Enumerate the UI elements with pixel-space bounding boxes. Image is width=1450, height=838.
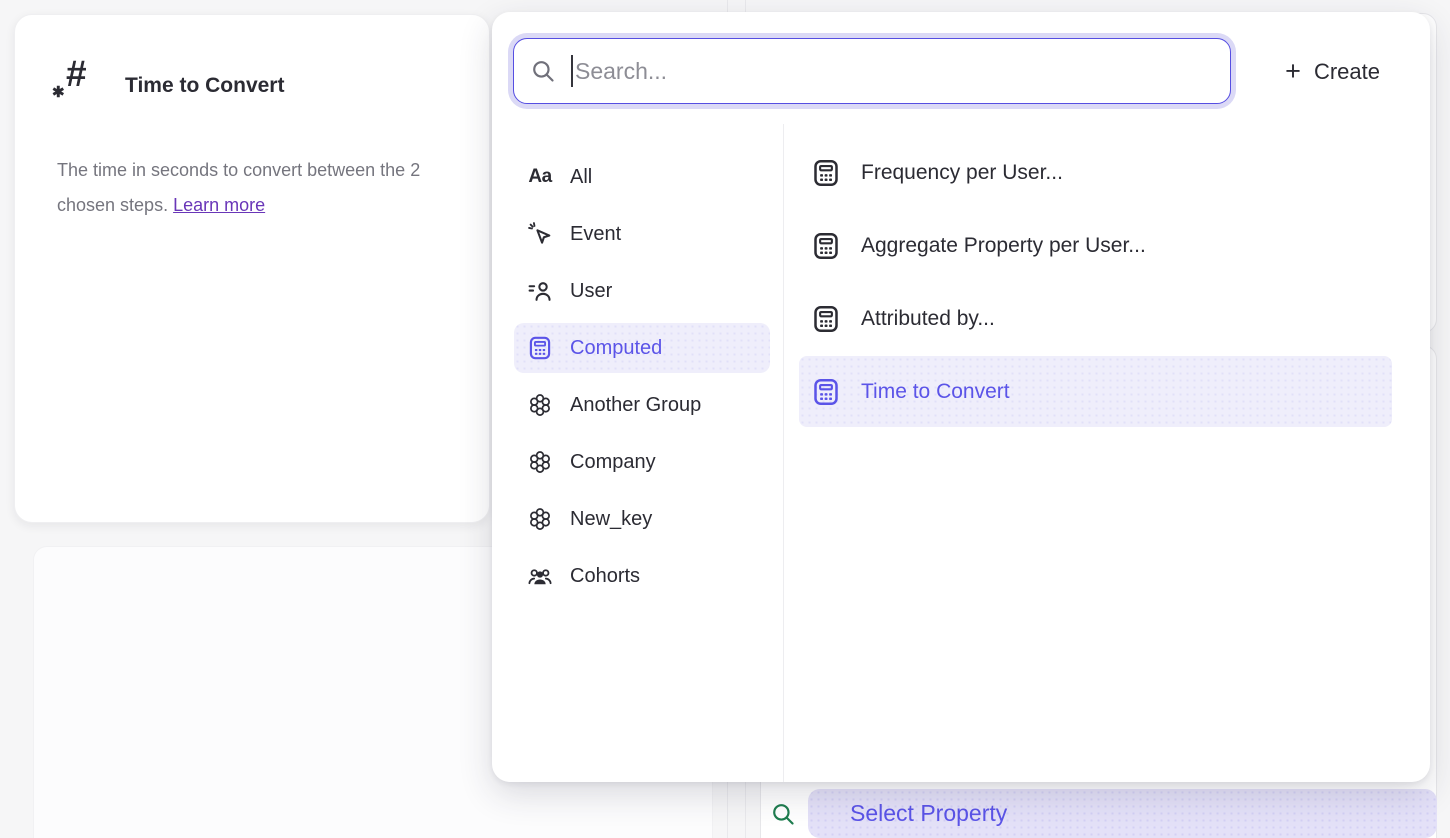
category-item-event[interactable]: Event <box>514 209 770 259</box>
plus-icon: + <box>1285 58 1301 85</box>
result-item-aggregate-property-per-user[interactable]: Aggregate Property per User... <box>799 210 1392 281</box>
group-icon <box>527 392 553 418</box>
numeric-property-icon: # ✱ <box>51 59 103 111</box>
calculator-icon <box>811 231 841 261</box>
category-label: Event <box>570 223 621 246</box>
category-label: Computed <box>570 337 662 360</box>
result-label: Attributed by... <box>861 307 995 331</box>
result-item-frequency-per-user[interactable]: Frequency per User... <box>799 137 1392 208</box>
category-item-all[interactable]: Aa All <box>514 152 770 202</box>
event-click-icon <box>527 221 553 247</box>
category-item-user[interactable]: User <box>514 266 770 316</box>
category-item-computed[interactable]: Computed <box>514 323 770 373</box>
result-label: Frequency per User... <box>861 161 1063 185</box>
search-icon <box>770 801 796 827</box>
property-tooltip-card: # ✱ Time to Convert The time in seconds … <box>14 14 490 523</box>
category-label: All <box>570 166 592 189</box>
learn-more-link[interactable]: Learn more <box>173 195 265 215</box>
calculator-icon <box>527 335 553 361</box>
search-box[interactable] <box>513 38 1231 104</box>
result-label: Time to Convert <box>861 380 1010 404</box>
calculator-icon <box>811 377 841 407</box>
category-item-company[interactable]: Company <box>514 437 770 487</box>
category-label: User <box>570 280 612 303</box>
category-item-another-group[interactable]: Another Group <box>514 380 770 430</box>
user-profile-icon <box>527 278 553 304</box>
category-label: Cohorts <box>570 565 640 588</box>
category-label: New_key <box>570 508 652 531</box>
cohorts-icon <box>527 563 553 589</box>
app-root: Select Property # ✱ Time to Convert The … <box>0 0 1450 838</box>
result-item-attributed-by[interactable]: Attributed by... <box>799 283 1392 354</box>
results-list: Frequency per User... Aggregate Property… <box>799 137 1392 429</box>
select-property-bar: Select Property <box>770 789 1437 838</box>
search-focus-ring <box>508 33 1236 109</box>
category-item-cohorts[interactable]: Cohorts <box>514 551 770 601</box>
property-selector-popup: + Create Aa All Event User Computed <box>492 12 1430 782</box>
create-button[interactable]: + Create <box>1285 56 1380 88</box>
search-icon <box>530 58 556 84</box>
group-icon <box>527 506 553 532</box>
column-divider <box>783 124 784 782</box>
category-list: Aa All Event User Computed Another Group <box>514 152 770 608</box>
category-label: Company <box>570 451 656 474</box>
text-aa-icon: Aa <box>527 164 553 190</box>
result-item-time-to-convert[interactable]: Time to Convert <box>799 356 1392 427</box>
category-item-new-key[interactable]: New_key <box>514 494 770 544</box>
tooltip-title: Time to Convert <box>125 74 284 98</box>
calculator-icon <box>811 158 841 188</box>
create-button-label: Create <box>1314 59 1380 85</box>
category-label: Another Group <box>570 394 701 417</box>
select-property-label: Select Property <box>850 800 1007 826</box>
result-label: Aggregate Property per User... <box>861 234 1146 258</box>
calculator-icon <box>811 304 841 334</box>
group-icon <box>527 449 553 475</box>
select-property-button[interactable]: Select Property <box>808 789 1437 838</box>
tooltip-description: The time in seconds to convert between t… <box>57 153 469 223</box>
search-input[interactable] <box>573 58 1214 85</box>
